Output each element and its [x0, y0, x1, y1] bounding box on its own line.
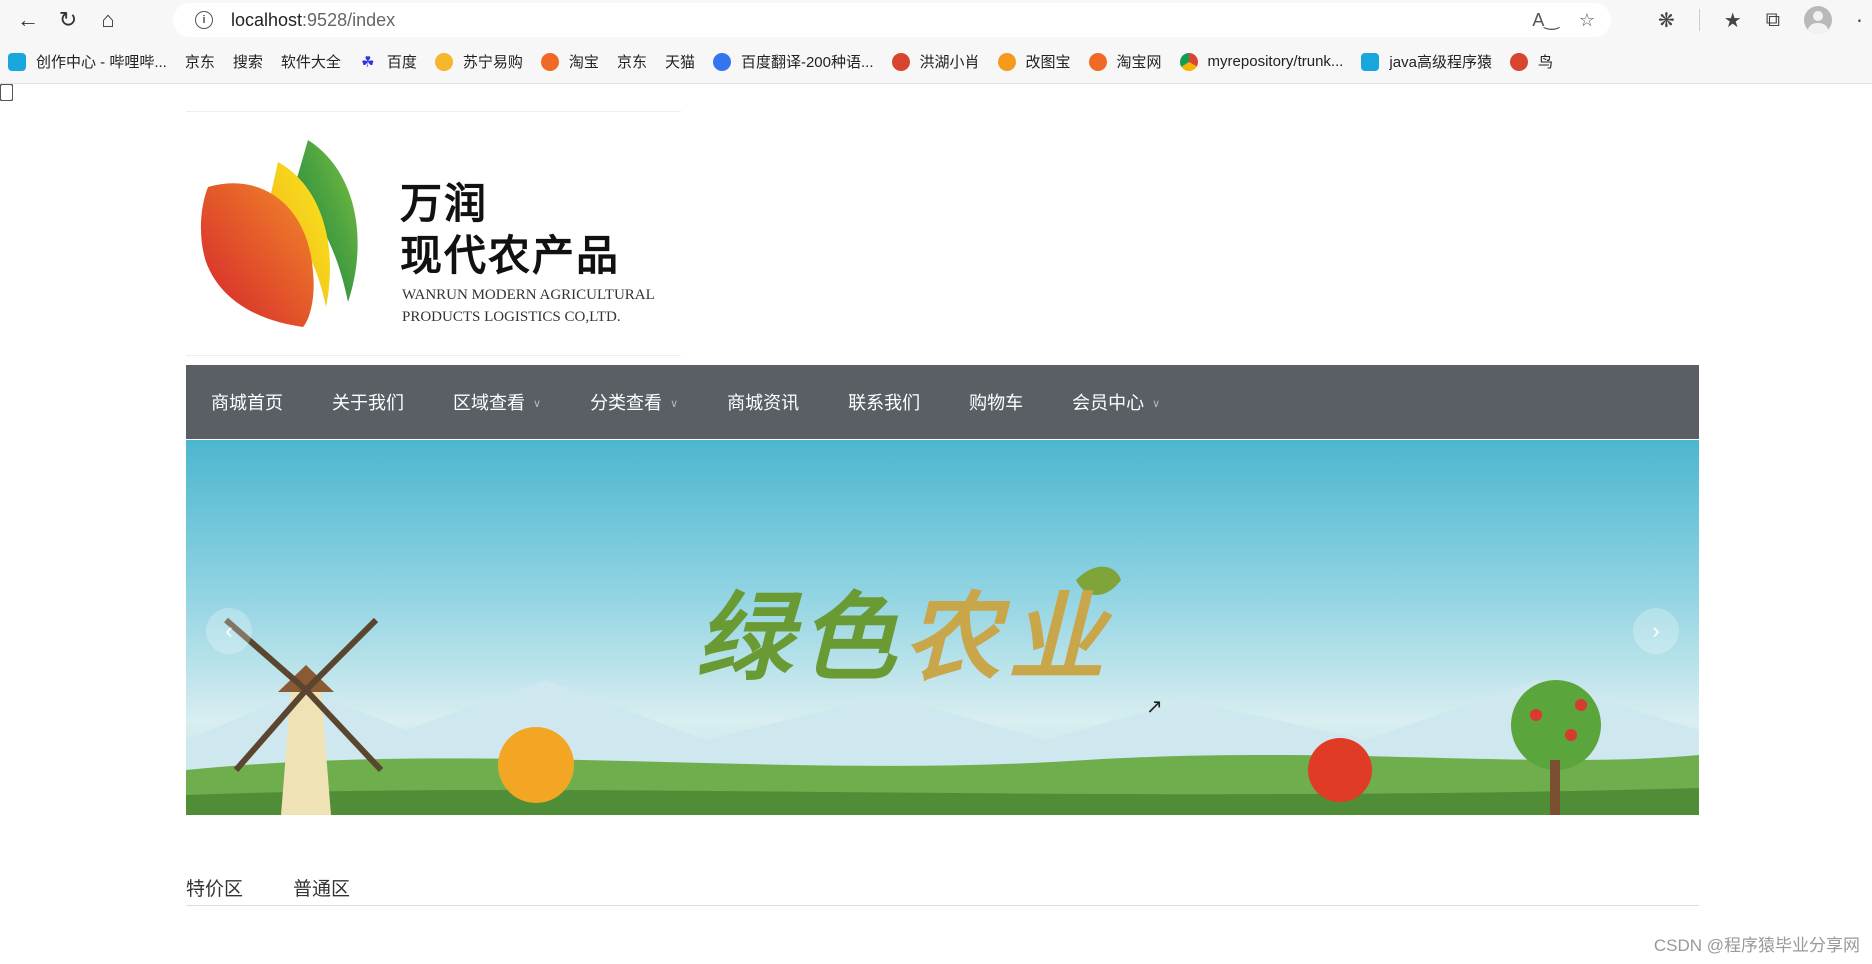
back-icon[interactable]: ← [8, 0, 48, 40]
nav-item-label: 商城资讯 [727, 393, 800, 413]
chevron-down-icon: ∨ [533, 397, 542, 410]
bookmark-label: 淘宝 [568, 54, 599, 71]
bookmark-label: 天猫 [664, 54, 695, 71]
chevron-down-icon: ∨ [670, 397, 679, 410]
mouse-cursor-icon: ↗ [1146, 696, 1163, 718]
translate-icon [712, 52, 731, 71]
browser-toolbar: ← ↻ ⌂ i localhost:9528/index A‿ ☆ ❋ ★ ⧉ … [0, 0, 1872, 40]
nav-item[interactable]: 关于我们 [332, 389, 404, 415]
carousel-next-button[interactable]: › [1633, 608, 1679, 654]
bookmark-item[interactable]: 搜索 [0, 51, 263, 101]
nav-item-label: 关于我们 [332, 393, 404, 413]
leaf-logo-icon [200, 140, 358, 327]
bookmarks-bar: 创作中心 - 哔哩哔... 京东 搜索 软件大全 ☘ 百度 苏宁易购 淘宝 京东 天猫 百度翻译-2… [0, 40, 1872, 101]
extensions-icon[interactable]: ❋ [1658, 8, 1675, 33]
nav-item-label: 购物车 [969, 393, 1024, 413]
baidu-icon: ☘ [361, 53, 375, 71]
web-page: 万润 现代农产品 WANRUN MODERN AGRICULTURAL PROD… [0, 84, 1872, 964]
bookmark-label: 京东 [184, 54, 215, 71]
bookmark-item[interactable]: 软件大全 [0, 51, 341, 101]
nav-item-label: 分类查看 [590, 393, 663, 413]
bookmark-label: 鸟 [1537, 54, 1553, 71]
hero-carousel[interactable]: 绿色农业 ‹ › [186, 440, 1699, 815]
favorites-icon[interactable]: ★ [1724, 8, 1742, 33]
bookmark-item[interactable]: 鸟 [1509, 51, 1553, 72]
bookmark-label: myrepository/trunk... [1207, 53, 1344, 70]
bookmark-label: 洪湖小肖 [919, 54, 980, 71]
more-icon[interactable]: ⋯ [1856, 8, 1862, 33]
suning-icon [434, 52, 453, 71]
site-info-icon[interactable]: i [195, 11, 213, 29]
address-bar[interactable]: i localhost:9528/index A‿ ☆ [173, 3, 1611, 37]
bookmark-label: 软件大全 [280, 54, 341, 71]
logo-english-name: WANRUN MODERN AGRICULTURAL PRODUCTS LOGI… [402, 287, 655, 325]
logo-chinese-name: 万润 现代农产品 [400, 179, 621, 280]
bookmark-item[interactable]: 淘宝 [540, 51, 599, 72]
bookmark-label: java高级程序猿 [1389, 54, 1492, 71]
bookmark-item[interactable]: 改图宝 [997, 51, 1071, 72]
bookmark-label: 淘宝网 [1116, 54, 1162, 71]
banner-slogan: 绿色农业 [696, 581, 1112, 694]
nav-item-label: 联系我们 [848, 393, 921, 413]
favorite-add-icon[interactable]: ☆ [1579, 10, 1595, 31]
zone-tab[interactable]: 特价区 [186, 874, 243, 905]
nav-item-label: 区域查看 [453, 393, 525, 413]
bookmark-item[interactable]: 天猫 [0, 51, 695, 101]
read-aloud-icon[interactable]: A‿ [1532, 10, 1558, 31]
product-zone-tabs: 特价区 普通区 [186, 874, 1699, 906]
bookmark-item[interactable]: 京东 [0, 51, 215, 101]
site-logo[interactable]: 万润 现代农产品 WANRUN MODERN AGRICULTURAL PROD… [186, 111, 681, 356]
taobao-icon [540, 52, 559, 71]
gaitu-icon [997, 52, 1016, 71]
toolbar-separator [1698, 9, 1700, 31]
bookmark-item[interactable]: 创作中心 - 哔哩哔... [8, 51, 167, 72]
carousel-prev-button[interactable]: ‹ [206, 608, 252, 654]
bili-icon [1361, 52, 1380, 71]
bookmark-label: 搜索 [232, 54, 263, 71]
bookmark-item[interactable]: java高级程序猿 [1361, 51, 1492, 72]
bookmark-label: 京东 [616, 54, 647, 71]
bookmark-label: 百度 [386, 54, 417, 71]
nav-item[interactable]: 会员中心 ∨ [1072, 389, 1160, 415]
nav-item[interactable]: 商城首页 [211, 389, 283, 415]
bookmark-item[interactable]: ☘ 百度 [359, 51, 417, 72]
collections-icon[interactable]: ⧉ [1766, 9, 1780, 32]
watermark: CSDN @程序猿毕业分享网 [1653, 936, 1860, 955]
nav-item[interactable]: 联系我们 [848, 389, 920, 415]
home-icon[interactable]: ⌂ [88, 0, 128, 40]
bookmark-item[interactable]: 洪湖小肖 [891, 51, 980, 72]
chevron-down-icon: ∨ [1152, 397, 1161, 410]
bookmark-item[interactable]: myrepository/trunk... [1179, 52, 1344, 71]
bookmark-label: 改图宝 [1025, 54, 1071, 71]
main-navigation: 商城首页 关于我们 区域查看 ∨ 分类查看 ∨ 商城资讯 联系我们 购物车 会员中心 ∨ [186, 365, 1699, 439]
bookmark-item[interactable]: 淘宝网 [1088, 51, 1162, 72]
nav-item[interactable]: 商城资讯 [727, 389, 799, 415]
bookmark-item[interactable]: 苏宁易购 [434, 51, 523, 72]
bird-icon [891, 52, 910, 71]
nav-item-label: 会员中心 [1072, 393, 1145, 413]
chrome-icon [1179, 52, 1198, 71]
bookmark-label: 苏宁易购 [462, 54, 523, 71]
reload-icon[interactable]: ↻ [48, 0, 88, 40]
bili-icon [8, 52, 26, 71]
bookmark-item[interactable]: 百度翻译-200种语... [712, 51, 874, 72]
profile-avatar[interactable] [1804, 6, 1832, 34]
bookmark-label: 百度翻译-200种语... [740, 54, 874, 71]
zone-tab[interactable]: 普通区 [293, 874, 350, 905]
bird-icon [1509, 52, 1528, 71]
nav-item-label: 商城首页 [211, 393, 283, 413]
url-text[interactable]: localhost:9528/index [231, 10, 395, 31]
nav-item[interactable]: 分类查看 ∨ [590, 389, 678, 415]
bookmark-label: 创作中心 - 哔哩哔... [36, 54, 167, 71]
nav-item[interactable]: 购物车 [969, 389, 1023, 415]
taobao-icon [1088, 52, 1107, 71]
bookmark-item[interactable]: 京东 [0, 51, 647, 101]
nav-item[interactable]: 区域查看 ∨ [453, 389, 541, 415]
